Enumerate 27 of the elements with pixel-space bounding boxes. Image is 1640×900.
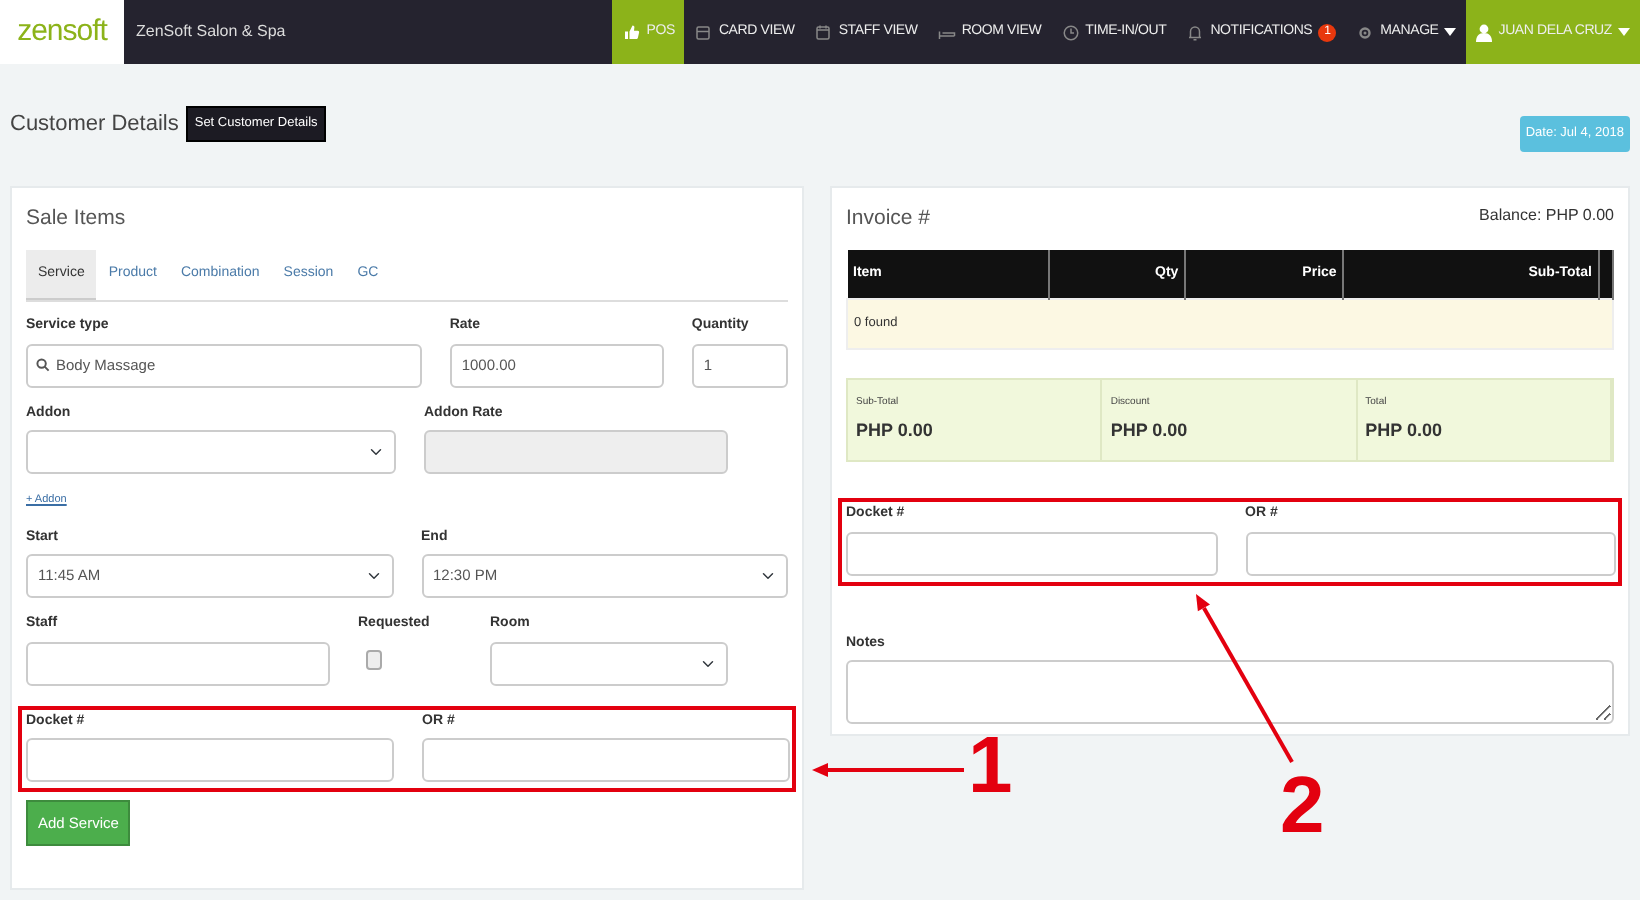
dropdown-field[interactable] xyxy=(26,430,396,475)
input-field[interactable] xyxy=(422,738,790,782)
annotation-number: 1 xyxy=(968,726,1013,806)
total-value: PHP 0.00 xyxy=(1110,419,1188,439)
total-value: PHP 0.00 xyxy=(1365,419,1443,439)
input-field[interactable] xyxy=(846,531,1217,575)
bell-icon xyxy=(1186,23,1205,41)
input-field[interactable] xyxy=(26,738,394,782)
balance-text: Balance: PHP 0.00 xyxy=(1479,204,1614,228)
requested-checkbox[interactable] xyxy=(366,649,382,669)
calendar-icon xyxy=(814,23,833,41)
hand-icon xyxy=(622,23,641,41)
search-icon xyxy=(36,358,50,373)
total-value: PHP 0.00 xyxy=(856,419,933,439)
input-field[interactable] xyxy=(1245,531,1616,575)
annotation-number: 2 xyxy=(1280,766,1325,846)
input-field[interactable] xyxy=(26,641,330,685)
page-title: Customer Details xyxy=(10,109,179,140)
brand-name: ZenSoft Salon & Spa xyxy=(134,20,288,44)
dropdown-field[interactable] xyxy=(490,641,728,685)
card-title: Sale Items xyxy=(26,204,128,234)
gear-icon xyxy=(1356,23,1375,41)
card-icon xyxy=(694,23,713,41)
notes-field[interactable] xyxy=(846,660,1614,724)
user-icon xyxy=(1476,23,1493,41)
clock-icon xyxy=(1061,23,1080,41)
card-title: Invoice # xyxy=(846,204,931,234)
